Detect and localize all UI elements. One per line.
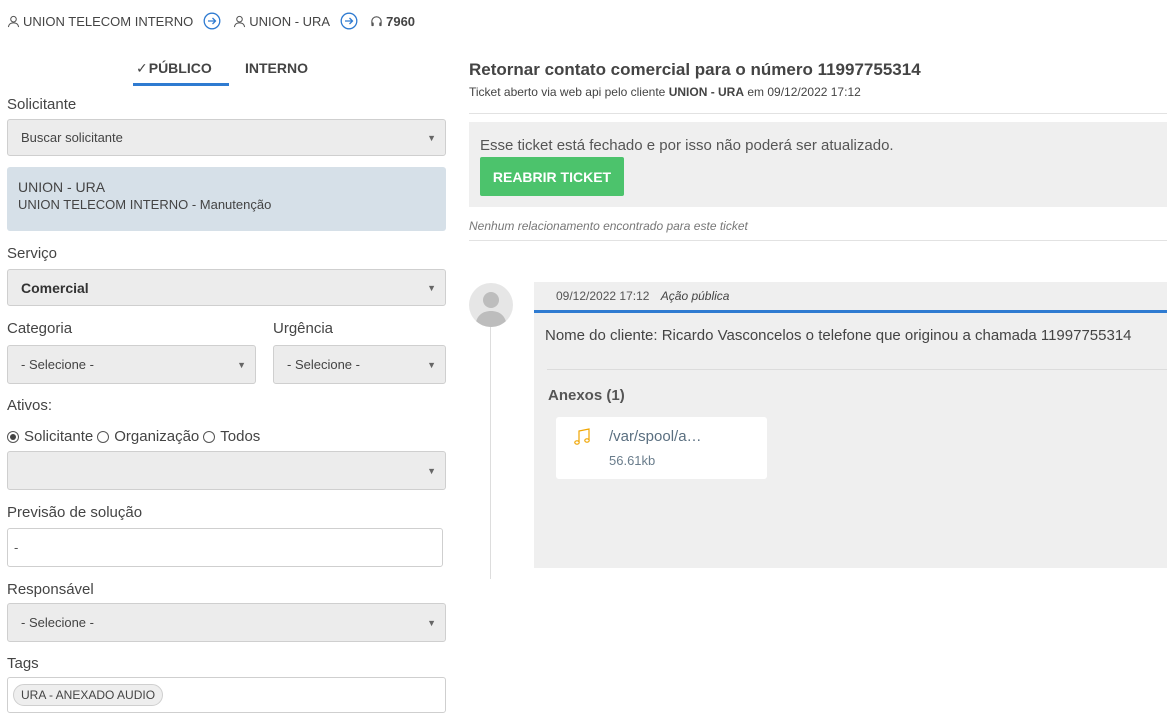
timeline-line: [490, 327, 491, 579]
categoria-value: - Selecione -: [21, 357, 94, 372]
entry-action: Ação pública: [660, 289, 730, 303]
divider: [469, 113, 1167, 114]
tags-label: Tags: [7, 655, 39, 672]
caret-down-icon: ▼: [427, 282, 436, 293]
ticket-title: Retornar contato comercial para o número…: [469, 60, 921, 79]
go-arrow-icon[interactable]: [340, 12, 358, 30]
caret-down-icon: ▼: [237, 359, 246, 370]
radio-todos[interactable]: Todos: [203, 428, 260, 445]
subtitle-prefix: Ticket aberto via web api pelo cliente: [469, 85, 666, 99]
solicitante-name: UNION - URA: [18, 179, 106, 195]
subtitle-client: UNION - URA: [668, 85, 745, 99]
closed-message: Esse ticket está fechado e por isso não …: [480, 137, 894, 154]
ticket-number: 7960: [386, 13, 416, 29]
go-arrow-icon[interactable]: [203, 12, 221, 30]
solicitante-label: Solicitante: [7, 96, 77, 113]
ativos-radio-group: Solicitante Organização Todos: [7, 428, 264, 445]
attachments-label: Anexos (1): [548, 387, 625, 404]
caret-down-icon: ▼: [427, 465, 436, 476]
breadcrumb-org-label: UNION TELECOM INTERNO: [23, 13, 194, 29]
divider: [469, 240, 1167, 241]
solicitante-search-placeholder: Buscar solicitante: [21, 130, 123, 145]
radio-dot[interactable]: [203, 430, 216, 443]
radio-organizacao[interactable]: Organização: [97, 428, 199, 445]
timeline-entry: 09/12/2022 17:12 Ação pública Nome do cl…: [534, 282, 1167, 568]
caret-down-icon: ▼: [427, 132, 436, 143]
attachment-size: 56.61kb: [609, 453, 656, 468]
tag-chip[interactable]: URA - ANEXADO AUDIO: [13, 684, 164, 706]
caret-down-icon: ▼: [427, 617, 436, 628]
radio-solicitante[interactable]: Solicitante: [7, 428, 93, 445]
urgencia-select[interactable]: - Selecione - ▼: [273, 345, 446, 384]
avatar: [469, 283, 513, 327]
solicitante-card[interactable]: UNION - URA UNION TELECOM INTERNO - Manu…: [7, 167, 446, 231]
tab-interno[interactable]: INTERNO: [245, 60, 308, 86]
ativos-label: Ativos:: [7, 397, 53, 414]
tab-publico-label: PÚBLICO: [148, 60, 212, 76]
music-note-icon: [572, 427, 592, 450]
check-icon: ✓: [136, 60, 148, 76]
breadcrumb-client[interactable]: UNION - URA: [233, 14, 330, 29]
responsavel-label: Responsável: [7, 581, 94, 598]
breadcrumb-org[interactable]: UNION TELECOM INTERNO: [7, 14, 193, 29]
radio-dot[interactable]: [97, 430, 110, 443]
subtitle-suffix: em 09/12/2022 17:12: [747, 85, 861, 99]
categoria-label: Categoria: [7, 320, 73, 337]
entry-body: Nome do cliente: Ricardo Vasconcelos o t…: [545, 327, 1132, 344]
reopen-ticket-button[interactable]: REABRIR TICKET: [480, 157, 624, 196]
tags-input[interactable]: URA - ANEXADO AUDIO: [7, 677, 446, 713]
previsao-value: -: [14, 540, 19, 555]
responsavel-select[interactable]: - Selecione - ▼: [7, 603, 446, 642]
servico-select[interactable]: Comercial ▼: [7, 269, 446, 306]
user-icon: [7, 15, 20, 27]
attachment-name[interactable]: /var/spool/a…: [609, 428, 702, 445]
tab-publico[interactable]: ✓PÚBLICO: [133, 60, 229, 86]
entry-divider: [547, 369, 1167, 370]
attachment-card[interactable]: /var/spool/a… 56.61kb: [556, 417, 767, 479]
solicitante-search-select[interactable]: Buscar solicitante ▼: [7, 119, 446, 156]
radio-todos-label: Todos: [220, 428, 261, 445]
responsavel-value: - Selecione -: [21, 615, 94, 630]
ativos-select[interactable]: ▼: [7, 451, 446, 490]
closed-ticket-notice: Esse ticket está fechado e por isso não …: [469, 122, 1167, 207]
previsao-input[interactable]: -: [7, 528, 443, 567]
tab-interno-label: INTERNO: [245, 60, 308, 76]
entry-timestamp: 09/12/2022 17:12: [556, 289, 650, 303]
radio-solicitante-label: Solicitante: [24, 428, 94, 445]
radio-dot[interactable]: [7, 430, 19, 443]
breadcrumb: UNION TELECOM INTERNO UNION - URA 7960: [7, 12, 415, 30]
breadcrumb-ticket: 7960: [370, 14, 415, 29]
headset-icon: [371, 15, 382, 26]
servico-value: Comercial: [21, 279, 89, 296]
tab-bar: ✓PÚBLICO INTERNO: [133, 60, 308, 86]
user-icon: [234, 15, 246, 27]
no-relations-text: Nenhum relacionamento encontrado para es…: [469, 219, 748, 233]
breadcrumb-client-label: UNION - URA: [249, 13, 331, 29]
ticket-subtitle: Ticket aberto via web api pelo cliente U…: [469, 85, 861, 99]
urgencia-label: Urgência: [273, 320, 334, 337]
solicitante-detail: UNION TELECOM INTERNO - Manutenção: [18, 197, 272, 212]
entry-header: 09/12/2022 17:12 Ação pública: [534, 282, 1167, 313]
radio-organizacao-label: Organização: [114, 428, 200, 445]
caret-down-icon: ▼: [427, 359, 436, 370]
servico-label: Serviço: [7, 245, 58, 262]
previsao-label: Previsão de solução: [7, 504, 143, 521]
categoria-select[interactable]: - Selecione - ▼: [7, 345, 256, 384]
urgencia-value: - Selecione -: [287, 357, 360, 372]
